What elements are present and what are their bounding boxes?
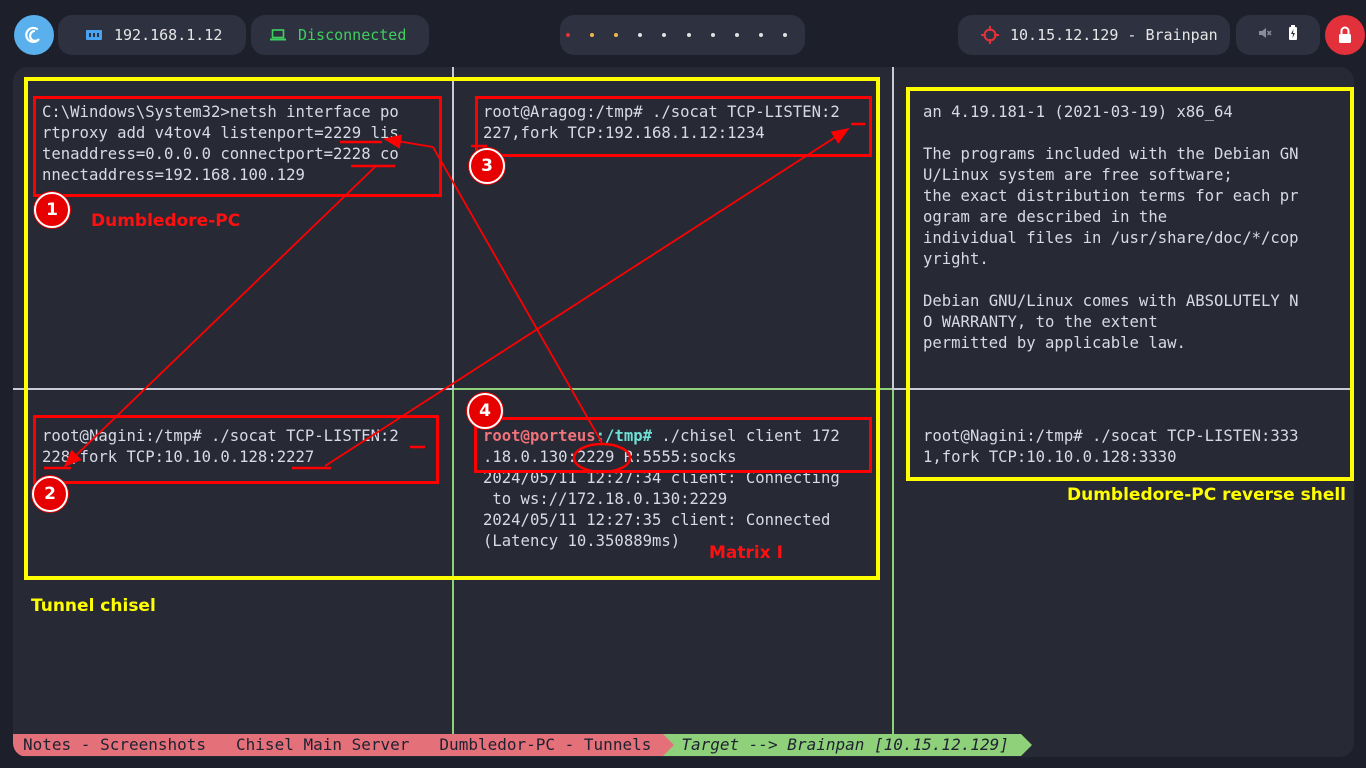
label-reverse-shell: Dumbledore-PC reverse shell bbox=[1067, 485, 1347, 505]
status-tab[interactable]: Chisel Main Server bbox=[218, 734, 433, 756]
crosshair-icon bbox=[980, 25, 1000, 45]
workspace-switcher[interactable] bbox=[560, 15, 805, 55]
target-widget[interactable]: 10.15.12.129 - Brainpan bbox=[958, 15, 1230, 55]
status-tab-label: Chisel Main Server bbox=[236, 735, 410, 754]
local-ip-text: 192.168.1.12 bbox=[114, 26, 223, 44]
local-ip-widget[interactable]: 192.168.1.12 bbox=[58, 15, 246, 55]
vpn-status-widget[interactable]: Disconnected bbox=[251, 15, 429, 55]
debian-menu-button[interactable] bbox=[14, 15, 54, 55]
label-dumbledore-pc: Dumbledore-PC bbox=[91, 211, 241, 231]
reverse-shell-group-box bbox=[906, 87, 1354, 481]
workspace-dot[interactable] bbox=[758, 33, 763, 37]
step-badge-3: 3 bbox=[469, 148, 505, 184]
status-tab-label: Dumbledor-PC - Tunnels bbox=[439, 735, 652, 754]
workspace-dot[interactable] bbox=[734, 33, 739, 37]
pane-divider-vertical[interactable] bbox=[892, 67, 894, 389]
workspace-dot[interactable] bbox=[782, 33, 787, 37]
highlight-box-netsh bbox=[33, 96, 442, 197]
highlight-box-aragog bbox=[475, 96, 872, 157]
step-badge-2: 2 bbox=[32, 476, 68, 512]
battery-icon[interactable] bbox=[1288, 25, 1298, 45]
workspace-dot[interactable] bbox=[566, 33, 570, 37]
status-tab-active[interactable]: Target --> Brainpan [10.15.12.129] bbox=[663, 734, 1032, 756]
laptop-icon bbox=[268, 25, 288, 45]
workspace-dot[interactable] bbox=[614, 33, 619, 37]
highlight-box-nagini bbox=[33, 415, 439, 484]
pane-divider-vertical[interactable] bbox=[892, 390, 894, 735]
label-matrix: Matrix I bbox=[709, 543, 783, 563]
workspace-dot[interactable] bbox=[590, 33, 595, 37]
workspace-dot[interactable] bbox=[662, 33, 667, 37]
network-icon bbox=[84, 25, 104, 45]
power-button[interactable] bbox=[1325, 15, 1365, 55]
status-tab[interactable]: Dumbledor-PC - Tunnels bbox=[421, 734, 675, 756]
status-tab[interactable]: Notes - Screenshots bbox=[13, 734, 230, 756]
highlight-box-chisel bbox=[474, 417, 872, 473]
debian-swirl-icon bbox=[25, 26, 40, 44]
workspace-dot[interactable] bbox=[686, 33, 691, 37]
workspace-dot[interactable] bbox=[638, 33, 643, 37]
tmux-status-bar: Notes - Screenshots Chisel Main Server D… bbox=[13, 734, 1032, 756]
target-text: 10.15.12.129 - Brainpan bbox=[1010, 26, 1218, 44]
vpn-status-text: Disconnected bbox=[298, 26, 407, 44]
system-tray[interactable] bbox=[1236, 15, 1320, 55]
step-badge-4: 4 bbox=[467, 393, 503, 429]
label-tunnel-chisel: Tunnel chisel bbox=[31, 596, 156, 616]
status-tab-label: Notes - Screenshots bbox=[23, 735, 207, 754]
volume-muted-icon[interactable] bbox=[1258, 26, 1272, 44]
step-badge-1: 1 bbox=[34, 192, 70, 228]
workspace-dot[interactable] bbox=[710, 33, 715, 37]
lock-icon bbox=[1339, 26, 1351, 43]
terminal-window[interactable]: C:\Windows\System32>netsh interface po r… bbox=[13, 67, 1354, 757]
status-tab-label: Target --> Brainpan [10.15.12.129] bbox=[681, 735, 1009, 754]
